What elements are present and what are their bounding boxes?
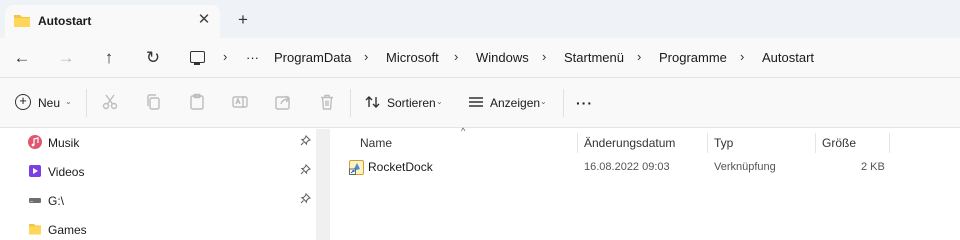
column-header-modified[interactable]: Änderungsdatum <box>578 133 708 153</box>
pin-icon[interactable] <box>300 163 312 178</box>
navigation-pane: Musik Videos G:\ Games <box>0 129 316 240</box>
chevron-down-icon: ⌄ <box>540 97 547 106</box>
pane-splitter[interactable] <box>316 129 330 240</box>
add-icon: + <box>15 94 31 110</box>
back-icon[interactable]: ← <box>10 46 34 70</box>
breadcrumb-separator[interactable]: › <box>454 49 458 64</box>
sidebar-item-label: Videos <box>48 165 85 179</box>
new-button-label: Neu <box>38 96 61 110</box>
sidebar-item-label: Games <box>48 223 87 237</box>
breadcrumb-item-microsoft[interactable]: Microsoft <box>386 50 439 65</box>
share-icon[interactable] <box>274 93 292 111</box>
breadcrumb-separator[interactable]: › <box>637 49 641 64</box>
command-bar: + Neu ⌄ Sortieren ⌄ Anzeigen ⌄ ··· <box>0 78 960 128</box>
column-header-name[interactable]: Name <box>354 133 578 153</box>
toolbar-divider <box>563 89 564 117</box>
sidebar-item-musik[interactable]: Musik <box>28 133 318 155</box>
file-list: ^ Name Änderungsdatum Typ Größe RocketDo… <box>330 126 960 240</box>
forward-icon[interactable]: → <box>54 46 78 70</box>
drive-icon <box>29 198 41 203</box>
rename-icon[interactable] <box>231 93 249 111</box>
breadcrumb-item-startmenue[interactable]: Startmenü <box>564 50 624 65</box>
file-type: Verknüpfung <box>714 161 776 173</box>
toolbar-divider <box>350 89 351 117</box>
file-size: 2 KB <box>861 161 885 173</box>
table-row[interactable]: RocketDock 16.08.2022 09:03 Verknüpfung … <box>348 157 893 179</box>
copy-icon[interactable] <box>144 93 162 111</box>
title-bar: Autostart ✕ + <box>0 0 960 38</box>
column-header-type[interactable]: Typ <box>708 133 816 153</box>
new-tab-icon[interactable]: + <box>232 9 254 31</box>
breadcrumb-item-windows[interactable]: Windows <box>476 50 529 65</box>
folder-icon <box>29 224 41 235</box>
column-header-size[interactable]: Größe <box>816 133 890 153</box>
address-bar: ← → ↑ ↻ › ··· ProgramData › Microsoft › … <box>0 38 960 78</box>
pin-icon[interactable] <box>300 192 312 207</box>
pin-icon[interactable] <box>300 134 312 149</box>
sidebar-item-label: Musik <box>48 136 80 150</box>
cut-icon[interactable] <box>101 93 119 111</box>
sidebar-item-label: G:\ <box>48 194 65 208</box>
breadcrumb-separator[interactable]: › <box>223 49 227 64</box>
sort-button-label: Sortieren <box>387 96 436 110</box>
close-tab-icon[interactable]: ✕ <box>193 9 215 31</box>
breadcrumb-separator[interactable]: › <box>364 49 368 64</box>
chevron-down-icon: ⌄ <box>436 97 443 106</box>
up-icon[interactable]: ↑ <box>97 46 121 70</box>
breadcrumb-separator[interactable]: › <box>740 49 744 64</box>
toolbar-divider <box>86 89 87 117</box>
breadcrumb-item-autostart[interactable]: Autostart <box>762 50 814 65</box>
view-icon <box>469 97 483 107</box>
sidebar-item-videos[interactable]: Videos <box>28 162 318 184</box>
refresh-icon[interactable]: ↻ <box>141 46 165 70</box>
breadcrumb[interactable]: › ··· ProgramData › Microsoft › Windows … <box>180 42 960 74</box>
sort-button[interactable]: Sortieren ⌄ <box>365 94 445 112</box>
computer-icon[interactable] <box>190 51 205 65</box>
delete-icon[interactable] <box>318 93 336 111</box>
file-modified: 16.08.2022 09:03 <box>584 161 670 173</box>
view-button[interactable]: Anzeigen ⌄ <box>468 94 550 112</box>
shortcut-icon <box>349 160 364 175</box>
view-button-label: Anzeigen <box>490 96 541 110</box>
chevron-down-icon: ⌄ <box>65 97 72 106</box>
sort-icon <box>365 96 380 108</box>
more-options-icon[interactable]: ··· <box>576 95 593 111</box>
breadcrumb-item-programme[interactable]: Programme <box>659 50 727 65</box>
folder-icon <box>14 15 30 27</box>
video-icon <box>29 165 41 177</box>
file-name: RocketDock <box>368 160 433 174</box>
sidebar-item-drive-g[interactable]: G:\ <box>28 191 318 213</box>
tab-autostart[interactable]: Autostart ✕ <box>5 5 220 38</box>
tab-title: Autostart <box>38 14 92 28</box>
music-icon <box>28 135 42 149</box>
breadcrumb-overflow[interactable]: ··· <box>246 50 259 65</box>
sidebar-item-games[interactable]: Games <box>28 220 318 240</box>
breadcrumb-separator[interactable]: › <box>542 49 546 64</box>
breadcrumb-item-programdata[interactable]: ProgramData <box>274 50 351 65</box>
paste-icon[interactable] <box>188 93 206 111</box>
